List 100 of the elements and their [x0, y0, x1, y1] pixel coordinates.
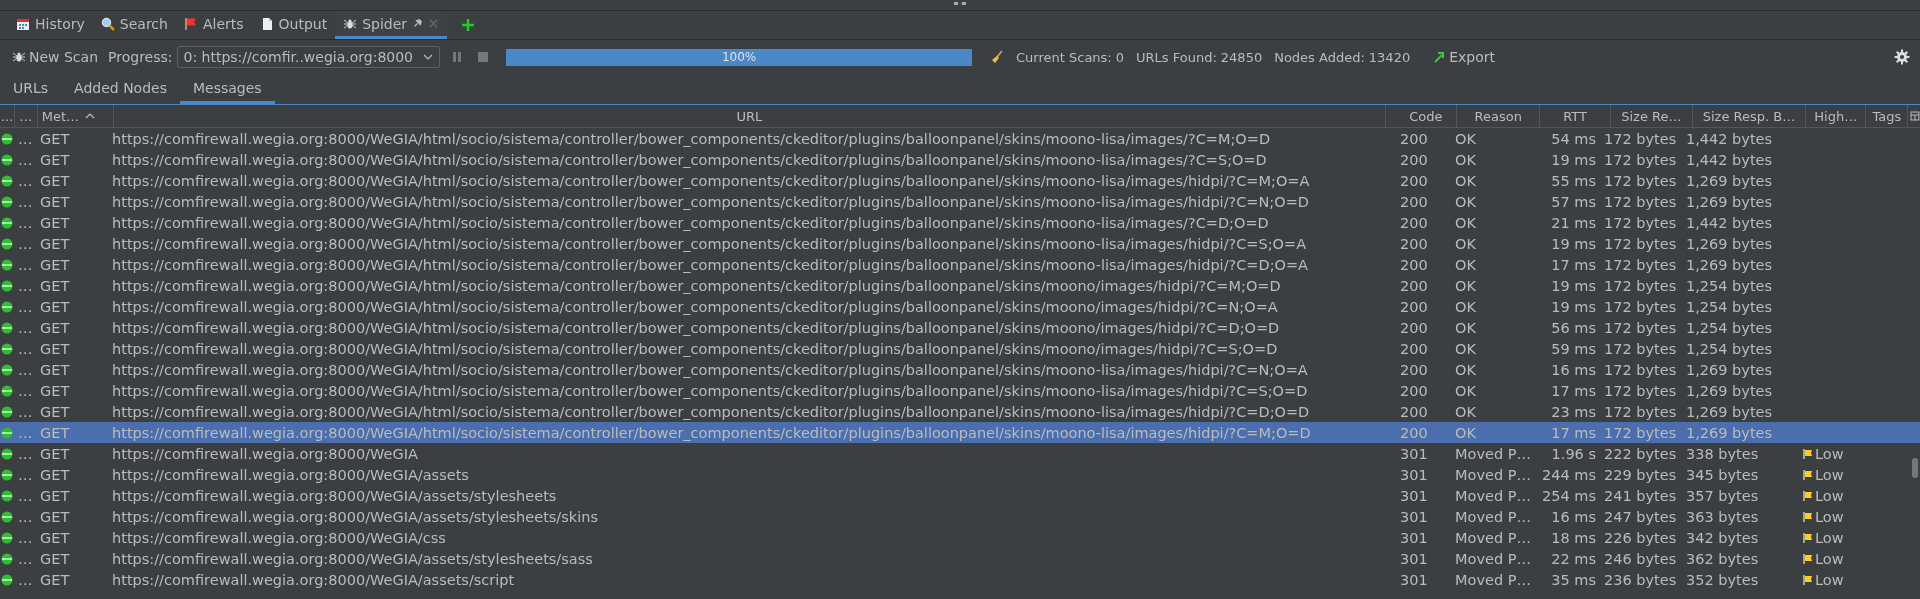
- table-row[interactable]: … GET https://comfirewall.wegia.org:8000/WeGIA/assets/stylesheets/skins 301 Moved P… 16 ms 247 bytes 363 bytes Low: [0, 506, 1920, 527]
- panel-tab[interactable]: History: [8, 11, 93, 39]
- new-scan-button[interactable]: New Scan: [10, 47, 101, 67]
- table-cell-text: https://comfirewall.wegia.org:8000/WeGIA/html/socio/sistema/controller/bower_components/ckeditor/plugins/balloonpanel/skins/moono/images/hidpi/?C=M;O=D: [111, 277, 1282, 294]
- column-header[interactable]: …: [14, 105, 38, 127]
- table-row[interactable]: … GET https://comfirewall.wegia.org:8000/WeGIA/css 301 Moved P… 18 ms 226 bytes 342 bytes Low: [0, 527, 1920, 548]
- table-row[interactable]: … GET https://comfirewall.wegia.org:8000/WeGIA/html/socio/sistema/controller/bower_components/ckeditor/plugins/balloonpanel/skins/moono-lisa/images/hidpi/?C=S;O=A 200 OK 19 ms 172 bytes 1,269 bytes: [0, 233, 1920, 254]
- table-row[interactable]: … GET https://comfirewall.wegia.org:8000/WeGIA/html/socio/sistema/controller/bower_components/ckeditor/plugins/balloonpanel/skins/moono/images/hidpi/?C=M;O=D 200 OK 19 ms 172 bytes 1,254 bytes: [0, 275, 1920, 296]
- table-cell-text: https://comfirewall.wegia.org:8000/WeGIA/html/socio/sistema/controller/bower_components/ckeditor/plugins/balloonpanel/skins/moono/images/hidpi/?C=D;O=D: [111, 319, 1281, 336]
- table-row[interactable]: … GET https://comfirewall.wegia.org:8000/WeGIA/html/socio/sistema/controller/bower_components/ckeditor/plugins/balloonpanel/skins/moono-lisa/images/?C=D;O=D 200 OK 21 ms 172 bytes 1,442 bytes: [0, 212, 1920, 233]
- column-header[interactable]: URL: [114, 105, 1386, 127]
- scrollbar-thumb[interactable]: [1912, 458, 1918, 478]
- status-ball-icon: [1, 258, 13, 271]
- table-cell-text: https://comfirewall.wegia.org:8000/WeGIA/html/socio/sistema/controller/bower_components/ckeditor/plugins/balloonpanel/skins/moono-lisa/images/?C=D;O=D: [111, 214, 1270, 231]
- table-cell-text: https://comfirewall.wegia.org:8000/WeGIA/html/socio/sistema/controller/bower_components/ckeditor/plugins/balloonpanel/skins/moono-lisa/images/hidpi/?C=N;O=D: [111, 193, 1310, 210]
- table-cell-text: 57 ms: [1550, 193, 1597, 210]
- table-cell-text: 1.96 s: [1550, 445, 1597, 462]
- table-row[interactable]: … GET https://comfirewall.wegia.org:8000/WeGIA/html/socio/sistema/controller/bower_components/ckeditor/plugins/balloonpanel/skins/moono-lisa/images/hidpi/?C=D;O=D 200 OK 23 ms 172 bytes 1,269 bytes: [0, 401, 1920, 422]
- table-row[interactable]: … GET https://comfirewall.wegia.org:8000/WeGIA/html/socio/sistema/controller/bower_components/ckeditor/plugins/balloonpanel/skins/moono-lisa/images/hidpi/?C=S;O=D 200 OK 17 ms 172 bytes 1,269 bytes: [0, 380, 1920, 401]
- column-header[interactable]: Code: [1385, 105, 1458, 127]
- table-cell-text: GET: [39, 256, 71, 273]
- status-ball-icon: [1, 300, 13, 313]
- flag-icon: [1803, 532, 1813, 543]
- column-chooser-icon[interactable]: [1910, 111, 1920, 121]
- column-header[interactable]: Tags: [1866, 105, 1909, 127]
- table-row[interactable]: … GET https://comfirewall.wegia.org:8000/WeGIA/assets/stylesheets 301 Moved P… 254 ms 241 bytes 357 bytes Low: [0, 485, 1920, 506]
- table-row[interactable]: … GET https://comfirewall.wegia.org:8000/WeGIA/html/socio/sistema/controller/bower_components/ckeditor/plugins/balloonpanel/skins/moono-lisa/images/hidpi/?C=M;O=A 200 OK 55 ms 172 bytes 1,269 bytes: [0, 170, 1920, 191]
- alert-level: Low: [1815, 445, 1844, 462]
- settings-icon[interactable]: [1894, 49, 1910, 65]
- table-cell-text: 172 bytes: [1604, 298, 1678, 315]
- pin-icon[interactable]: [412, 18, 424, 29]
- table-row[interactable]: … GET https://comfirewall.wegia.org:8000/WeGIA/assets/script 301 Moved P… 35 ms 236 bytes 352 bytes Low: [0, 569, 1920, 590]
- panel-tab[interactable]: Search: [92, 11, 176, 39]
- table-row[interactable]: … GET https://comfirewall.wegia.org:8000/WeGIA/html/socio/sistema/controller/bower_components/ckeditor/plugins/balloonpanel/skins/moono-lisa/images/?C=M;O=D 200 OK 54 ms 172 bytes 1,442 bytes: [0, 128, 1920, 149]
- view-tab[interactable]: Added Nodes: [61, 74, 180, 104]
- splitter-handle[interactable]: [954, 2, 966, 8]
- add-tab-icon[interactable]: [461, 18, 476, 32]
- export-button[interactable]: Export: [1430, 47, 1497, 67]
- column-header[interactable]: Size Re…: [1610, 105, 1693, 127]
- column-header[interactable]: Reason: [1457, 105, 1541, 127]
- table-cell-text: GET: [39, 466, 71, 483]
- alert-level: Low: [1815, 466, 1844, 483]
- table-row[interactable]: … GET https://comfirewall.wegia.org:8000/WeGIA 301 Moved P… 1.96 s 222 bytes 338 bytes Low: [0, 443, 1920, 464]
- stat-label: URLs Found:: [1136, 49, 1217, 65]
- table-cell-text: …: [17, 130, 34, 147]
- table-cell-text: 1,269 bytes: [1686, 172, 1774, 189]
- stat-value: 13420: [1368, 49, 1411, 65]
- table-cell-text: 1,254 bytes: [1686, 319, 1774, 336]
- view-tab[interactable]: URLs: [0, 74, 62, 104]
- table-cell-text: 1,269 bytes: [1686, 235, 1774, 252]
- table-cell-text: GET: [39, 214, 71, 231]
- table-cell-text: …: [17, 256, 34, 273]
- table-cell-text: …: [17, 151, 34, 168]
- table-cell-text: …: [17, 319, 34, 336]
- stat-value: 0: [1115, 49, 1125, 65]
- table-row[interactable]: … GET https://comfirewall.wegia.org:8000/WeGIA/html/socio/sistema/controller/bower_components/ckeditor/plugins/balloonpanel/skins/moono-lisa/images/hidpi/?C=N;O=A 200 OK 16 ms 172 bytes 1,269 bytes: [0, 359, 1920, 380]
- column-header[interactable]: Size Resp. B…: [1693, 105, 1806, 127]
- column-header[interactable]: RTT: [1540, 105, 1611, 127]
- column-header[interactable]: Met…: [37, 105, 115, 127]
- panel-tab[interactable]: Alerts: [175, 11, 252, 39]
- table-cell-text: 172 bytes: [1604, 340, 1678, 357]
- table-row[interactable]: … GET https://comfirewall.wegia.org:8000/WeGIA/html/socio/sistema/controller/bower_components/ckeditor/plugins/balloonpanel/skins/moono/images/hidpi/?C=D;O=D 200 OK 56 ms 172 bytes 1,254 bytes: [0, 317, 1920, 338]
- table-cell-text: 1,254 bytes: [1686, 298, 1774, 315]
- status-ball-icon: [1, 132, 13, 145]
- table-cell-text: …: [17, 508, 34, 525]
- table-row[interactable]: … GET https://comfirewall.wegia.org:8000/WeGIA/assets 301 Moved P… 244 ms 229 bytes 345 bytes Low: [0, 464, 1920, 485]
- table-row[interactable]: … GET https://comfirewall.wegia.org:8000/WeGIA/html/socio/sistema/controller/bower_components/ckeditor/plugins/balloonpanel/skins/moono-lisa/images/hidpi/?C=D;O=A 200 OK 17 ms 172 bytes 1,269 bytes: [0, 254, 1920, 275]
- table-cell-text: 172 bytes: [1604, 361, 1678, 378]
- table-cell-text: 200: [1399, 403, 1429, 420]
- table-cell-text: GET: [39, 130, 71, 147]
- table-cell-text: 1,269 bytes: [1686, 382, 1774, 399]
- flag-icon: [1803, 448, 1813, 459]
- table-cell-text: …: [17, 403, 34, 420]
- table-cell-text: 1,269 bytes: [1686, 403, 1774, 420]
- table-cell-text: OK: [1454, 361, 1477, 378]
- table-row[interactable]: … GET https://comfirewall.wegia.org:8000/WeGIA/html/socio/sistema/controller/bower_components/ckeditor/plugins/balloonpanel/skins/moono-lisa/images/?C=S;O=D 200 OK 19 ms 172 bytes 1,442 bytes: [0, 149, 1920, 170]
- status-ball-icon: [1, 531, 13, 544]
- table-cell-text: 56 ms: [1550, 319, 1597, 336]
- table-cell-text: GET: [39, 193, 71, 210]
- table-cell-text: 17 ms: [1550, 256, 1597, 273]
- table-cell-text: 172 bytes: [1604, 382, 1678, 399]
- pause-icon[interactable]: [451, 51, 464, 63]
- table-cell-text: OK: [1454, 214, 1477, 231]
- table-row[interactable]: … GET https://comfirewall.wegia.org:8000/WeGIA/html/socio/sistema/controller/bower_components/ckeditor/plugins/balloonpanel/skins/moono-lisa/images/hidpi/?C=N;O=D 200 OK 57 ms 172 bytes 1,269 bytes: [0, 191, 1920, 212]
- table-cell-text: GET: [39, 424, 71, 441]
- table-cell-text: https://comfirewall.wegia.org:8000/WeGIA/html/socio/sistema/controller/bower_components/ckeditor/plugins/balloonpanel/skins/moono-lisa/images/hidpi/?C=N;O=A: [111, 361, 1309, 378]
- table-row[interactable]: … GET https://comfirewall.wegia.org:8000/WeGIA/html/socio/sistema/controller/bower_components/ckeditor/plugins/balloonpanel/skins/moono/images/hidpi/?C=N;O=A 200 OK 19 ms 172 bytes 1,254 bytes: [0, 296, 1920, 317]
- table-row[interactable]: … GET https://comfirewall.wegia.org:8000/WeGIA/assets/stylesheets/sass 301 Moved P… 22 ms 246 bytes 362 bytes Low: [0, 548, 1920, 569]
- table-cell-text: …: [17, 340, 34, 357]
- column-header[interactable]: …: [0, 105, 15, 127]
- column-header[interactable]: High…: [1806, 105, 1867, 127]
- table-cell-text: 16 ms: [1550, 508, 1597, 525]
- stop-icon[interactable]: [477, 51, 490, 63]
- panel-tab[interactable]: Output: [251, 11, 336, 39]
- table-cell-text: …: [17, 361, 34, 378]
- table-cell-text: 301: [1399, 550, 1429, 567]
- table-row[interactable]: … GET https://comfirewall.wegia.org:8000/WeGIA/html/socio/sistema/controller/bower_components/ckeditor/plugins/balloonpanel/skins/moono/images/hidpi/?C=S;O=D 200 OK 59 ms 172 bytes 1,254 bytes: [0, 338, 1920, 359]
- table-cell-text: OK: [1454, 298, 1477, 315]
- scan-dropdown[interactable]: 0: https://comfir..wegia.org:8000: [176, 46, 441, 68]
- table-cell-text: GET: [39, 235, 71, 252]
